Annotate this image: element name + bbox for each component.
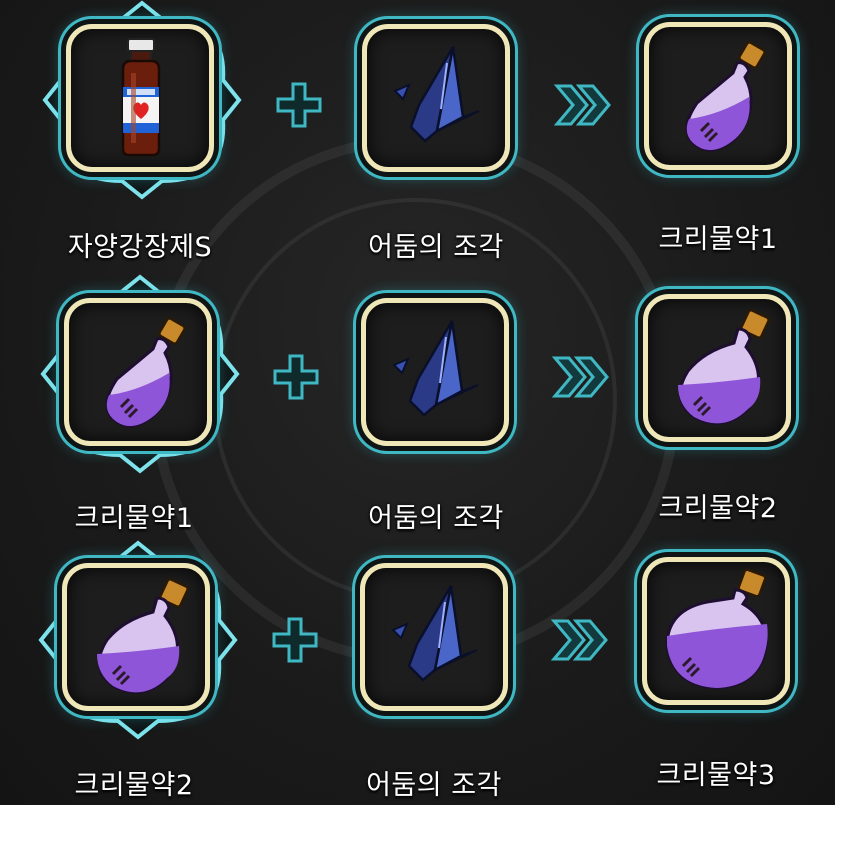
tonic-bottle-icon [121,38,161,157]
medium-potion-icon [678,309,770,425]
material-item-slot[interactable] [361,298,509,446]
input-item-name: 자양강장제S [67,232,213,263]
result-item-slot[interactable] [643,294,791,442]
dark-shard-icon [392,320,479,417]
medium-potion-icon [97,578,189,694]
material-item-name: 어둠의 조각 [368,232,504,263]
input-item-slot[interactable] [62,563,210,711]
plus-icon [272,617,318,663]
large-potion-icon [665,568,768,690]
material-item-name: 어둠의 조각 [368,503,504,534]
material-item-slot[interactable] [360,563,508,711]
small-potion-icon [685,41,766,152]
result-item-name: 크리물약2 [658,493,778,524]
result-item-name: 크리물약1 [658,224,778,255]
result-item-name: 크리물약3 [656,760,776,791]
recipe-row-2: 크리물약1 어둠의 조각 크리물약2 [0,268,835,536]
plus-icon [273,354,319,400]
crafting-recipe-panel: 자양강장제S 어둠의 조각 크리물약1 크리물약1 어둠의 조각 크리물약2 크… [0,0,835,805]
recipe-row-3: 크리물약2 어둠의 조각 크리물약3 [0,535,835,803]
input-item-name: 크리물약1 [74,503,194,534]
double-chevron-icon [551,356,609,398]
plus-icon [276,82,322,128]
recipe-row-1: 자양강장제S 어둠의 조각 크리물약1 [0,0,835,268]
dark-shard-icon [391,585,478,682]
double-chevron-icon [550,619,608,661]
input-item-slot[interactable] [66,24,214,172]
material-item-name: 어둠의 조각 [366,770,502,801]
dark-shard-icon [393,46,480,143]
input-item-name: 크리물약2 [74,770,194,801]
double-chevron-icon [553,84,611,126]
result-item-slot[interactable] [644,22,792,170]
small-potion-icon [105,317,186,428]
input-item-slot[interactable] [64,298,212,446]
material-item-slot[interactable] [362,24,510,172]
result-item-slot[interactable] [642,557,790,705]
